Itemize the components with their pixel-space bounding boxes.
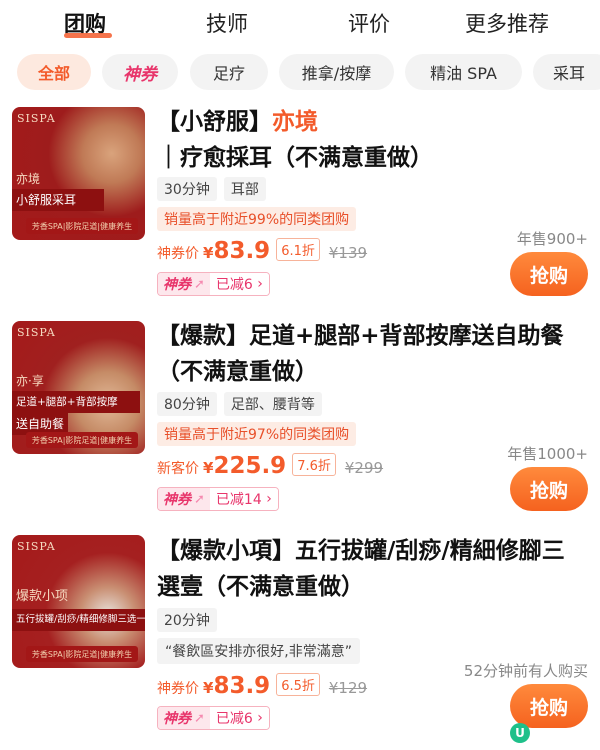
deal-tags: 30分钟 耳部 bbox=[157, 177, 266, 201]
filter-chip-foot-therapy[interactable]: 足疗 bbox=[190, 54, 268, 90]
active-tab-underline bbox=[64, 33, 112, 38]
coupon-saving: 已减14 › bbox=[209, 488, 278, 510]
coupon-label: 神券 ➚ bbox=[158, 488, 210, 510]
thumb-footer-band: 芳香SPA|影院足道|健康养生 bbox=[26, 432, 138, 448]
original-price: ¥139 bbox=[328, 244, 368, 262]
thumb-caption-line2: 足道+腿部+背部按摩 bbox=[16, 396, 118, 408]
thumb-caption-line2: 小舒服采耳 bbox=[16, 193, 77, 207]
thumb-caption-line3: 送自助餐 bbox=[16, 417, 65, 431]
currency-symbol: ¥ bbox=[203, 459, 214, 477]
deal-title-prefix: 【小舒服】 bbox=[157, 109, 272, 135]
deal-title-rest: ｜疗愈採耳（不满意重做） bbox=[157, 145, 433, 171]
arrow-up-icon: ➚ bbox=[194, 491, 205, 507]
filter-chip-ear-cleaning[interactable]: 采耳 bbox=[533, 54, 600, 90]
price-row: 神券价 ¥ 83.9 6.1折 ¥139 bbox=[157, 238, 367, 264]
deal-thumbnail[interactable]: SISPA 亦境 小舒服采耳 芳香SPA|影院足道|健康养生 bbox=[12, 107, 145, 240]
price-label: 神券价 bbox=[157, 681, 199, 697]
currency-symbol: ¥ bbox=[203, 244, 214, 262]
coupon-badge[interactable]: 神券 ➚ 已减6 › bbox=[157, 706, 270, 730]
brand-logo: SISPA bbox=[17, 326, 56, 339]
recent-purchase-note: 52分钟前有人购买 bbox=[463, 662, 588, 680]
deal-title[interactable]: 【爆款小項】五行拔罐/刮痧/精細修腳三選壹（不满意重做） bbox=[157, 533, 587, 605]
deal-tags: 20分钟 bbox=[157, 608, 217, 632]
buy-button[interactable]: 抢购 bbox=[510, 684, 588, 728]
buy-button[interactable]: 抢购 bbox=[510, 252, 588, 296]
filter-chip-massage[interactable]: 推拿/按摩 bbox=[279, 54, 394, 90]
currency-symbol: ¥ bbox=[203, 679, 214, 697]
deal-tags: 80分钟 足部、腰背等 bbox=[157, 392, 322, 416]
tab-more-recommendations[interactable]: 更多推荐 bbox=[465, 8, 549, 38]
thumb-footer-band: 芳香SPA|影院足道|健康养生 bbox=[26, 646, 138, 662]
coupon-label: 神券 ➚ bbox=[158, 707, 210, 729]
discount-badge: 7.6折 bbox=[292, 453, 336, 476]
discount-badge: 6.1折 bbox=[276, 238, 320, 261]
arrow-up-icon: ➚ bbox=[194, 276, 205, 292]
top-tab-bar: 团购 技师 评价 更多推荐 bbox=[0, 0, 600, 44]
coupon-badge[interactable]: 神券 ➚ 已减14 › bbox=[157, 487, 279, 511]
sales-count: 年售900+ bbox=[516, 230, 588, 248]
deal-title[interactable]: 【爆款】足道+腿部+背部按摩送自助餐（不满意重做） bbox=[157, 318, 587, 390]
deal-title[interactable]: 【小舒服】亦境 ｜疗愈採耳（不满意重做） bbox=[157, 104, 587, 176]
deal-price: 83.9 bbox=[213, 238, 271, 264]
deal-price: 83.9 bbox=[213, 673, 271, 699]
original-price: ¥299 bbox=[344, 459, 384, 477]
thumb-footer-band: 芳香SPA|影院足道|健康养生 bbox=[26, 218, 138, 234]
duration-tag: 30分钟 bbox=[157, 177, 217, 201]
price-row: 神券价 ¥ 83.9 6.5折 ¥129 bbox=[157, 673, 367, 699]
filter-chip-all[interactable]: 全部 bbox=[17, 54, 91, 90]
filter-chip-oil-spa[interactable]: 精油 SPA bbox=[405, 54, 522, 90]
coupon-label: 神券 ➚ bbox=[158, 273, 210, 295]
price-label: 新客价 bbox=[157, 461, 199, 477]
arrow-up-icon: ➚ bbox=[194, 710, 205, 726]
price-row: 新客价 ¥ 225.9 7.6折 ¥299 bbox=[157, 453, 383, 479]
thumb-caption-line1: 亦·享 bbox=[16, 374, 44, 388]
coupon-saving: 已减6 › bbox=[209, 273, 269, 295]
filter-chip-bar: 全部 神券 足疗 推拿/按摩 精油 SPA 采耳 bbox=[0, 50, 600, 94]
brand-logo: SISPA bbox=[17, 112, 56, 125]
deal-price: 225.9 bbox=[213, 453, 287, 479]
original-price: ¥129 bbox=[328, 679, 368, 697]
duration-tag: 20分钟 bbox=[157, 608, 217, 632]
thumb-caption-line1: 亦境 bbox=[16, 172, 41, 186]
chevron-right-icon: › bbox=[257, 276, 263, 292]
buy-button[interactable]: 抢购 bbox=[510, 467, 588, 511]
discount-badge: 6.5折 bbox=[276, 673, 320, 696]
thumb-caption-line2: 五行拔罐/刮痧/精细修脚三选一 bbox=[16, 614, 145, 625]
brand-logo: SISPA bbox=[17, 540, 56, 553]
price-label: 神券价 bbox=[157, 246, 199, 262]
tab-technicians[interactable]: 技师 bbox=[206, 8, 248, 38]
app-logo-icon[interactable]: U bbox=[510, 723, 530, 743]
filter-chip-coupon[interactable]: 神券 bbox=[102, 54, 178, 90]
sales-rank-badge: 销量高于附近99%的同类团购 bbox=[157, 207, 357, 231]
area-tag: 耳部 bbox=[223, 177, 266, 201]
chevron-right-icon: › bbox=[266, 491, 272, 507]
deal-title-highlight: 亦境 bbox=[272, 109, 318, 135]
thumb-caption-line1: 爆款小项 bbox=[16, 589, 69, 604]
review-snippet[interactable]: “餐飲區安排亦很好,非常滿意” bbox=[157, 638, 360, 664]
sales-rank-badge: 销量高于附近97%的同类团购 bbox=[157, 422, 357, 446]
area-tag: 足部、腰背等 bbox=[223, 392, 322, 416]
deal-thumbnail[interactable]: SISPA 亦·享 足道+腿部+背部按摩 送自助餐 芳香SPA|影院足道|健康养… bbox=[12, 321, 145, 454]
duration-tag: 80分钟 bbox=[157, 392, 217, 416]
deal-thumbnail[interactable]: SISPA 爆款小项 五行拔罐/刮痧/精细修脚三选一 芳香SPA|影院足道|健康… bbox=[12, 535, 145, 668]
coupon-badge[interactable]: 神券 ➚ 已减6 › bbox=[157, 272, 270, 296]
tab-reviews[interactable]: 评价 bbox=[348, 8, 390, 38]
chevron-right-icon: › bbox=[257, 710, 263, 726]
coupon-saving: 已减6 › bbox=[209, 707, 269, 729]
sales-count: 年售1000+ bbox=[507, 445, 588, 463]
